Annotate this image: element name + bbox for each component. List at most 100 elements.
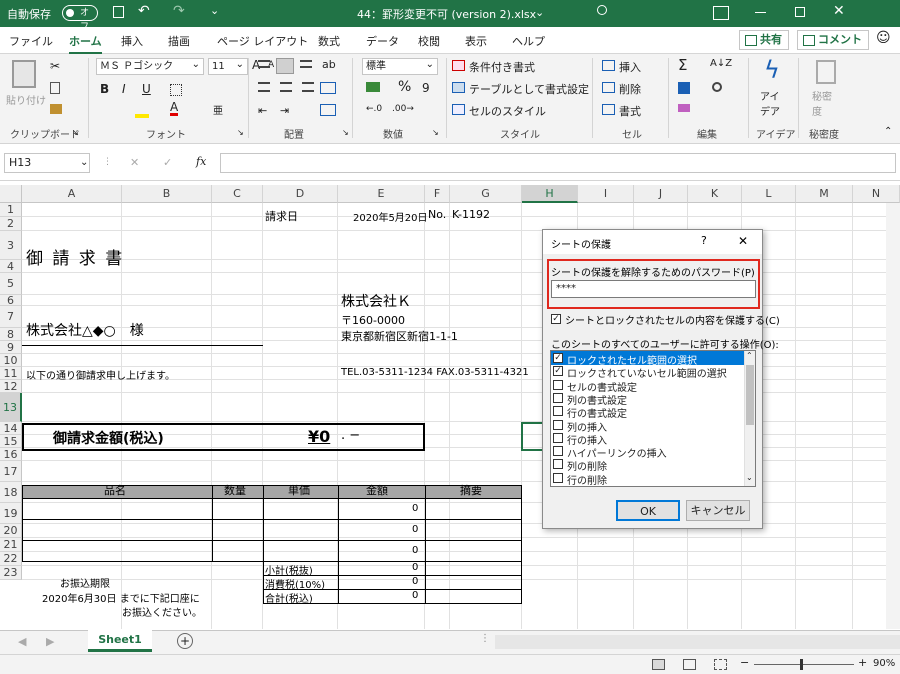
column-header-g[interactable]: G	[450, 185, 522, 203]
conditional-format-button[interactable]: 条件付き書式	[469, 59, 535, 75]
align-center-icon[interactable]	[280, 82, 292, 92]
minimize-icon[interactable]	[755, 12, 766, 13]
format-painter-icon[interactable]	[50, 104, 62, 114]
save-icon[interactable]	[113, 6, 124, 18]
zoom-out-icon[interactable]: −	[740, 656, 749, 669]
underline-button[interactable]: U	[142, 82, 151, 96]
column-header-j[interactable]: J	[634, 185, 688, 203]
column-header-a[interactable]: A	[22, 185, 122, 203]
smiley-icon[interactable]: ☺	[876, 30, 891, 46]
title-dropdown-icon[interactable]: ⌄	[535, 6, 544, 19]
column-header-i[interactable]: I	[578, 185, 634, 203]
decrease-decimal-icon[interactable]: .00→	[392, 104, 414, 114]
cut-icon[interactable]: ✂	[50, 59, 60, 73]
sensitivity-icon[interactable]	[816, 60, 836, 84]
permission-checkbox[interactable]	[553, 392, 563, 403]
permission-checkbox[interactable]: ✓	[553, 366, 563, 377]
align-left-icon[interactable]	[258, 82, 270, 92]
row-header-7[interactable]: 7	[0, 306, 22, 328]
column-header-f[interactable]: F	[425, 185, 450, 203]
row-header-20[interactable]: 20	[0, 524, 22, 538]
zoom-level[interactable]: 90%	[873, 658, 895, 669]
share-button[interactable]: 共有	[739, 30, 789, 50]
increase-indent-icon[interactable]: ⇥	[280, 104, 289, 117]
zoom-slider[interactable]	[754, 664, 854, 665]
font-name-select[interactable]: ＭＳ Ｐゴシック	[96, 57, 204, 75]
increase-decimal-icon[interactable]: ←.0	[366, 104, 382, 114]
clear-icon[interactable]	[678, 104, 690, 112]
find-select-icon[interactable]	[712, 82, 722, 92]
ideas-icon[interactable]: ϟ	[764, 56, 780, 84]
scroll-down-icon[interactable]: ⌄	[746, 473, 753, 482]
scroll-up-icon[interactable]: ⌃	[746, 351, 753, 360]
align-middle-icon[interactable]	[276, 58, 294, 74]
row-header-18[interactable]: 18	[0, 482, 22, 503]
delete-cells-icon[interactable]	[602, 82, 615, 93]
tab-review[interactable]: 校閲	[418, 33, 440, 49]
row-header-14[interactable]: 14	[0, 422, 22, 435]
tab-file[interactable]: ファイル	[9, 33, 53, 49]
italic-button[interactable]: I	[122, 82, 126, 96]
zoom-slider-thumb[interactable]	[800, 659, 803, 670]
ribbon-display-icon[interactable]	[713, 6, 729, 20]
formula-input[interactable]	[220, 153, 896, 173]
comma-button[interactable]: 9	[422, 81, 430, 95]
close-window-icon[interactable]: ✕	[833, 3, 845, 19]
row-header-10[interactable]: 10	[0, 354, 22, 367]
format-as-table-icon[interactable]	[452, 82, 465, 93]
number-launcher-icon[interactable]: ↘	[432, 128, 439, 137]
row-header-17[interactable]: 17	[0, 461, 22, 482]
column-header-h[interactable]: H	[522, 185, 578, 203]
clipboard-launcher-icon[interactable]: ↘	[72, 128, 79, 137]
row-header-22[interactable]: 22	[0, 552, 22, 566]
permission-checkbox[interactable]: ✓	[553, 353, 563, 363]
row-header-5[interactable]: 5	[0, 273, 22, 295]
permissions-list[interactable]: ✓ ロックされたセル範囲の選択 ✓ ロックされていないセル範囲の選択 セルの書式設定 列の…	[550, 350, 756, 487]
column-header-n[interactable]: N	[853, 185, 900, 203]
tab-draw[interactable]: 描画	[168, 33, 190, 49]
fill-icon[interactable]	[678, 82, 690, 94]
protect-checkbox[interactable]: ✓	[551, 314, 561, 324]
column-header-e[interactable]: E	[338, 185, 425, 203]
paste-button[interactable]: 貼り付け	[6, 92, 46, 107]
column-header-c[interactable]: C	[212, 185, 263, 203]
delete-cells-button[interactable]: 削除	[619, 81, 641, 97]
borders-icon[interactable]	[170, 84, 182, 96]
orientation-icon[interactable]: ab	[322, 58, 336, 71]
autosave-toggle[interactable]: オフ	[62, 5, 98, 32]
column-header-l[interactable]: L	[742, 185, 796, 203]
page-layout-view-icon[interactable]	[683, 659, 696, 670]
phonetic-icon[interactable]: 亜	[213, 102, 223, 117]
insert-function-icon[interactable]: fx	[196, 155, 206, 168]
permission-checkbox[interactable]	[553, 406, 563, 417]
bold-button[interactable]: B	[100, 82, 109, 96]
insert-cells-icon[interactable]	[602, 60, 615, 71]
help-icon[interactable]: ?	[701, 234, 707, 247]
tab-help[interactable]: ヘルプ	[512, 33, 545, 49]
row-header-16[interactable]: 16	[0, 448, 22, 461]
worksheet-grid[interactable]: A B C D E F G H I J K L M N 1 2 3 4 5 6 7 8 9 10 1…	[0, 181, 900, 629]
sort-filter-icon[interactable]: A↓Z	[710, 58, 732, 69]
column-header-m[interactable]: M	[796, 185, 853, 203]
tab-view[interactable]: 表示	[465, 33, 487, 49]
row-header-2[interactable]: 2	[0, 217, 22, 231]
column-header-d[interactable]: D	[263, 185, 338, 203]
collapse-ribbon-icon[interactable]: ⌃	[884, 126, 892, 137]
tab-insert[interactable]: 挿入	[121, 33, 143, 49]
align-bottom-icon[interactable]	[300, 60, 312, 68]
name-box-dropdown-icon[interactable]: ⌄	[80, 157, 88, 168]
confirm-entry-icon[interactable]: ✓	[163, 156, 172, 169]
horizontal-scrollbar[interactable]	[495, 635, 900, 649]
number-format-select[interactable]: 標準	[362, 57, 438, 75]
row-header-19[interactable]: 19	[0, 503, 22, 524]
name-box[interactable]: H13	[4, 153, 90, 173]
conditional-format-icon[interactable]	[452, 60, 465, 71]
row-header-11[interactable]: 11	[0, 367, 22, 380]
column-header-b[interactable]: B	[122, 185, 212, 203]
redo-icon[interactable]: ↷	[173, 3, 185, 19]
paste-icon[interactable]	[12, 60, 36, 88]
row-header-15[interactable]: 15	[0, 435, 22, 448]
decrease-indent-icon[interactable]: ⇤	[258, 104, 267, 117]
vertical-scrollbar[interactable]	[886, 203, 900, 629]
dialog-close-icon[interactable]: ✕	[738, 234, 748, 248]
